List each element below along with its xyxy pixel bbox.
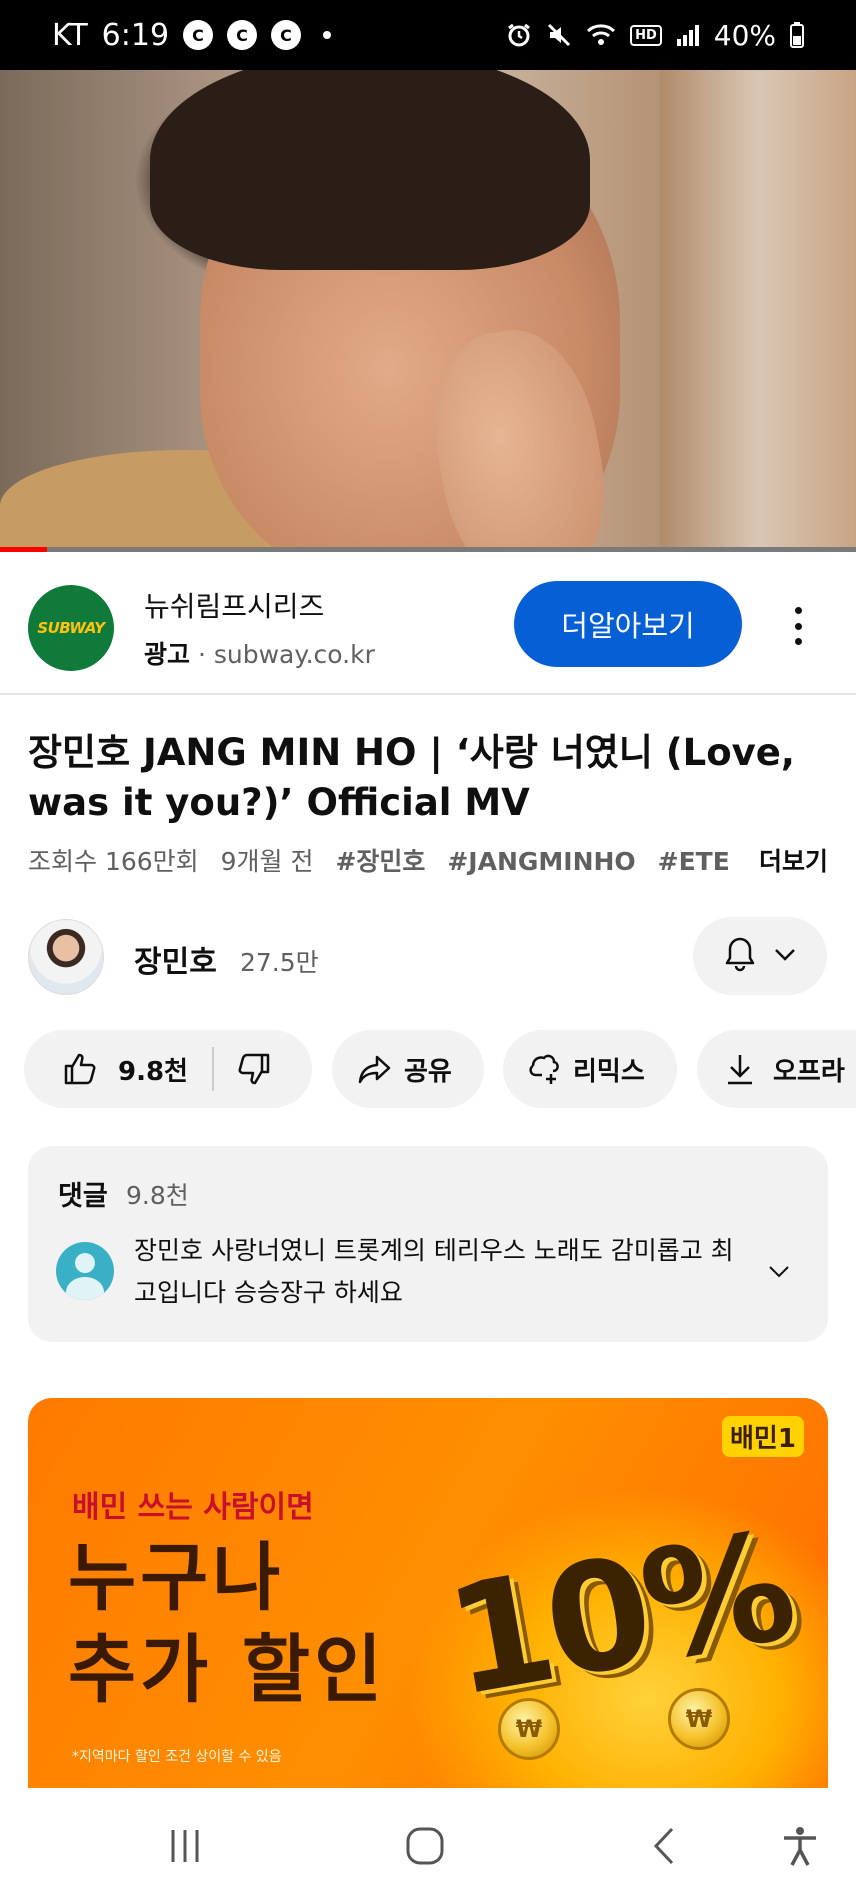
channel-name[interactable]: 장민호 bbox=[134, 937, 217, 981]
like-dislike-pill: 9.8천 bbox=[24, 1030, 312, 1108]
alarm-icon bbox=[506, 22, 532, 48]
comments-panel[interactable]: 댓글 9.8천 장민호 사랑너였니 트롯계의 테리우스 노래도 감미롭고 최고입… bbox=[28, 1146, 828, 1342]
subscriber-count: 27.5만 bbox=[240, 948, 319, 977]
video-background bbox=[660, 70, 856, 550]
remix-icon bbox=[527, 1052, 561, 1086]
video-metadata[interactable]: 조회수 166만회 9개월 전 #장민호 #JANGMINHO #ETE 더보기 bbox=[28, 842, 828, 882]
action-bar: 9.8천 공유 리믹스 오프라 bbox=[0, 1030, 856, 1110]
more-link[interactable]: 더보기 bbox=[728, 842, 828, 878]
hashtag[interactable]: #ETE bbox=[658, 847, 730, 876]
clock: 6:19 bbox=[101, 17, 170, 53]
like-count[interactable]: 9.8천 bbox=[118, 1051, 188, 1088]
commenter-avatar bbox=[56, 1242, 114, 1300]
hd-voice-icon: HD bbox=[630, 24, 662, 46]
video-progress-bar[interactable] bbox=[0, 547, 856, 552]
dislike-icon[interactable] bbox=[236, 1051, 272, 1087]
channel-avatar[interactable] bbox=[28, 919, 104, 995]
video-title[interactable]: 장민호 JANG MIN HO | ‘사랑 너였니 (Love, was it … bbox=[28, 728, 828, 828]
upload-age: 9개월 전 bbox=[220, 847, 314, 876]
mute-icon bbox=[546, 22, 572, 48]
download-label: 오프라 bbox=[773, 1056, 845, 1087]
notification-icon: C bbox=[271, 20, 302, 50]
like-divider bbox=[211, 1047, 214, 1091]
status-bar: KT 6:19 C C C HD 40% bbox=[0, 0, 856, 70]
carrier-label: KT bbox=[52, 17, 88, 53]
remix-button[interactable]: 리믹스 bbox=[503, 1030, 677, 1108]
video-player[interactable] bbox=[0, 70, 856, 550]
back-icon[interactable] bbox=[635, 1816, 695, 1876]
banner-main-text-line2: 추가 할인 bbox=[68, 1627, 387, 1713]
remix-label: 리믹스 bbox=[573, 1056, 645, 1087]
video-progress-fill bbox=[0, 547, 48, 552]
battery-icon bbox=[790, 22, 804, 48]
chevron-down-icon[interactable] bbox=[768, 1264, 790, 1283]
ad-label: 광고 bbox=[144, 640, 191, 669]
comments-count: 9.8천 bbox=[126, 1181, 189, 1210]
chevron-down-icon bbox=[774, 947, 796, 966]
home-icon[interactable] bbox=[395, 1816, 455, 1876]
view-count: 조회수 166만회 bbox=[28, 847, 199, 876]
download-button[interactable]: 오프라 bbox=[697, 1030, 856, 1108]
banner-main-text-line1: 누구나 bbox=[68, 1535, 285, 1621]
coin-icon: ₩ bbox=[668, 1688, 730, 1750]
ad-domain: subway.co.kr bbox=[213, 640, 375, 669]
bell-icon bbox=[724, 936, 756, 976]
like-icon[interactable] bbox=[62, 1051, 98, 1087]
video-frame-hair bbox=[150, 70, 590, 270]
notification-icon: C bbox=[227, 20, 258, 50]
more-notifications-icon bbox=[323, 31, 332, 39]
hashtag[interactable]: #JANGMINHO bbox=[447, 847, 635, 876]
sponsored-ad-row[interactable]: SUBWAY 뉴쉬림프시리즈 광고 · subway.co.kr 더알아보기 bbox=[0, 565, 856, 695]
top-comment-text: 장민호 사랑너였니 트롯계의 테리우스 노래도 감미롭고 최고입니다 승승장구 … bbox=[134, 1236, 734, 1307]
battery-percent: 40% bbox=[713, 18, 776, 52]
banner-disclaimer: *지역마다 할인 조건 상이할 수 있음 bbox=[72, 1749, 282, 1765]
advertiser-logo[interactable]: SUBWAY bbox=[28, 585, 114, 671]
wifi-icon bbox=[586, 22, 616, 48]
notification-settings-button[interactable] bbox=[693, 917, 827, 995]
coin-icon: ₩ bbox=[498, 1698, 560, 1760]
hashtag[interactable]: #장민호 bbox=[335, 847, 425, 876]
banner-headline: 배민 쓰는 사람이면 bbox=[72, 1490, 314, 1525]
advertiser-logo-text: SUBWAY bbox=[37, 619, 105, 637]
notification-icon: C bbox=[183, 20, 214, 50]
channel-row[interactable]: 장민호 27.5만 bbox=[0, 915, 856, 1005]
banner-ad[interactable]: 배민1 배민 쓰는 사람이면 누구나 추가 할인 10% ₩ ₩ *지역마다 할… bbox=[28, 1398, 828, 1788]
signal-icon bbox=[676, 23, 700, 47]
ad-title[interactable]: 뉴쉬림프시리즈 bbox=[144, 585, 324, 625]
recent-apps-icon[interactable] bbox=[155, 1816, 215, 1876]
ad-separator: · bbox=[190, 640, 214, 669]
share-label: 공유 bbox=[404, 1056, 452, 1087]
comments-label: 댓글 bbox=[58, 1181, 108, 1212]
share-button[interactable]: 공유 bbox=[332, 1030, 484, 1108]
more-options-icon[interactable] bbox=[780, 601, 816, 651]
ad-subtitle: 광고 · subway.co.kr bbox=[144, 635, 375, 671]
accessibility-icon[interactable] bbox=[770, 1816, 830, 1876]
system-navigation-bar bbox=[0, 1788, 856, 1902]
banner-brand-logo: 배민1 bbox=[722, 1416, 804, 1457]
share-icon bbox=[358, 1054, 392, 1084]
banner-main-text: 누구나 추가 할인 bbox=[68, 1532, 386, 1716]
learn-more-button[interactable]: 더알아보기 bbox=[514, 581, 742, 667]
download-icon bbox=[725, 1052, 755, 1086]
